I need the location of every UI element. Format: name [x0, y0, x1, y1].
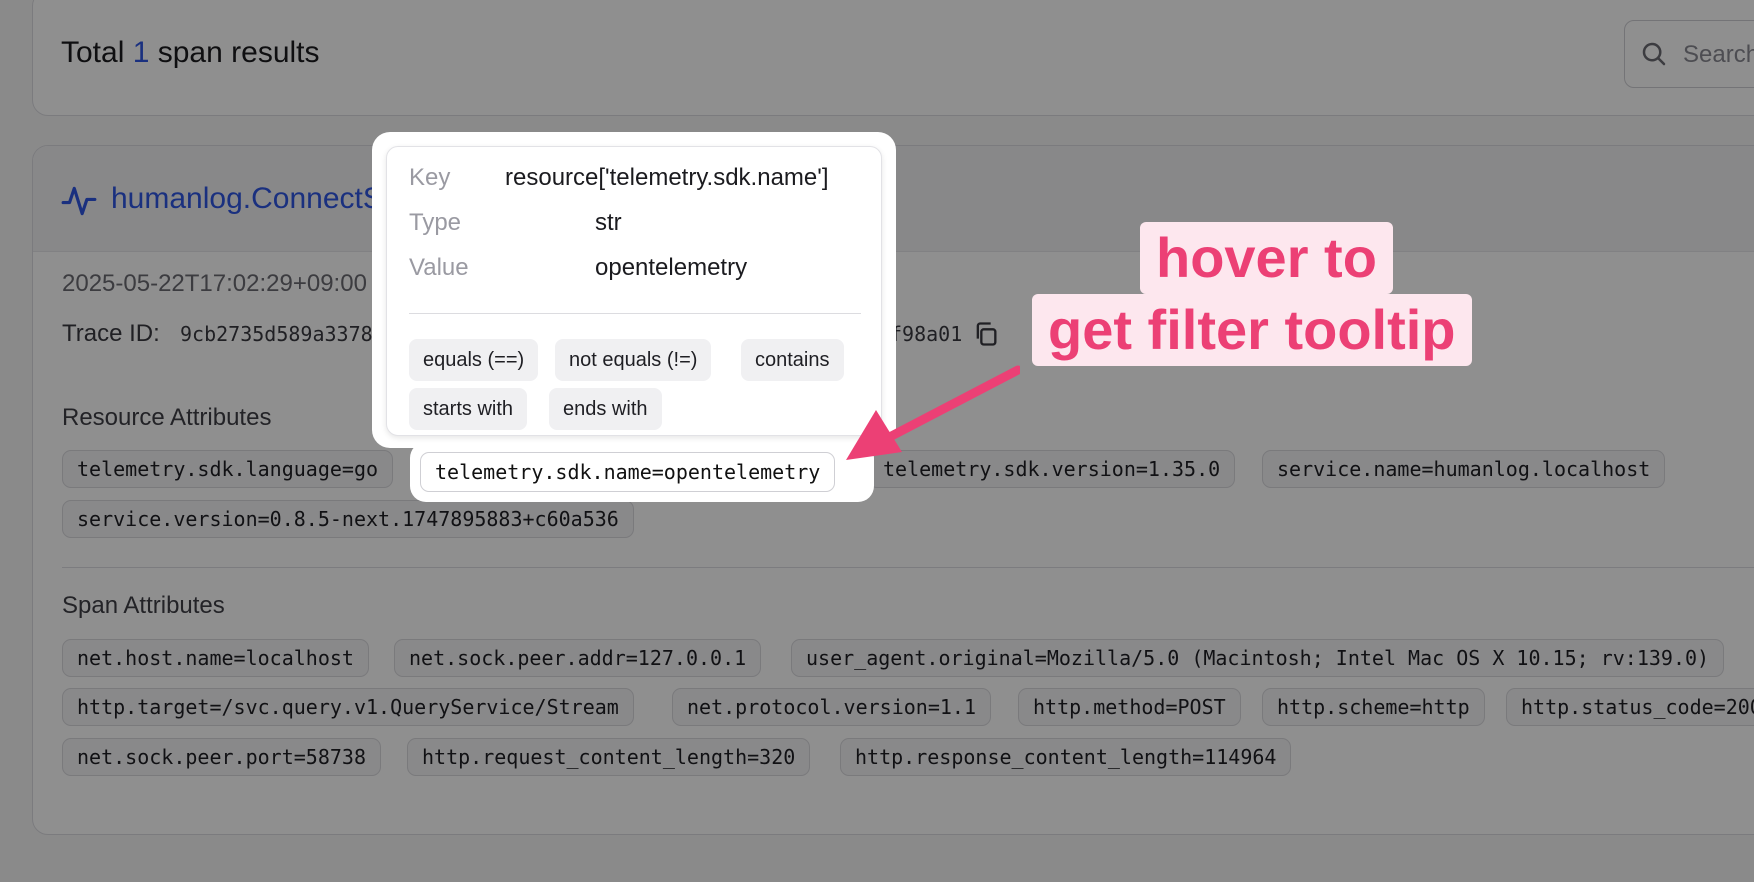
- callout-line-1: hover to: [1140, 222, 1393, 294]
- filter-starts-with-button[interactable]: starts with: [409, 388, 528, 430]
- filter-contains-button[interactable]: contains: [741, 339, 844, 381]
- tooltip-type-label: Type: [409, 209, 462, 236]
- tooltip-key-label: Key: [409, 164, 451, 191]
- tooltip-type-value: str: [595, 209, 622, 236]
- filter-tooltip: Key resource['telemetry.sdk.name'] Type …: [386, 146, 882, 436]
- filter-equals-button[interactable]: equals (==): [409, 339, 539, 381]
- tooltip-divider: [409, 313, 861, 314]
- filter-tooltip-frame: Key resource['telemetry.sdk.name'] Type …: [372, 132, 896, 448]
- hovered-attribute-chip[interactable]: telemetry.sdk.name=opentelemetry: [420, 452, 836, 492]
- tooltip-key-value: resource['telemetry.sdk.name']: [505, 164, 829, 191]
- callout-arrow-icon: [846, 365, 1020, 460]
- callout-line-2: get filter tooltip: [1032, 294, 1472, 366]
- highlighted-chip-frame: telemetry.sdk.name=opentelemetry: [410, 442, 874, 502]
- filter-not-equals-button[interactable]: not equals (!=): [555, 339, 712, 381]
- tooltip-value-label: Value: [409, 254, 469, 281]
- filter-ends-with-button[interactable]: ends with: [549, 388, 662, 430]
- tooltip-value-value: opentelemetry: [595, 254, 748, 281]
